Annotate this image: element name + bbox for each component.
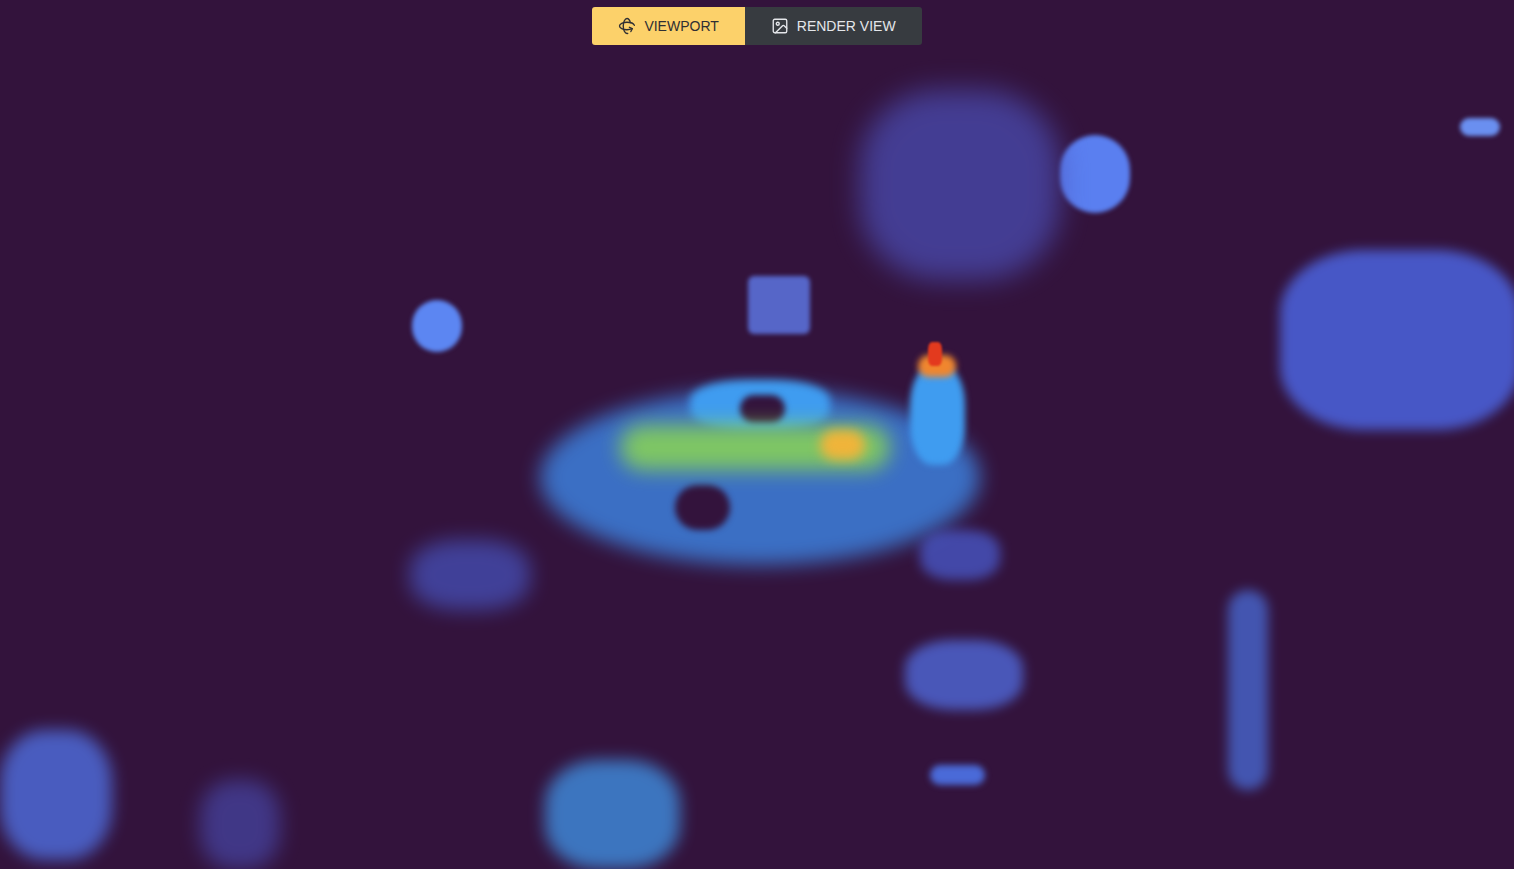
render-blob: [200, 780, 280, 869]
tab-group: VIEWPORT RENDER VIEW: [592, 7, 921, 45]
render-blob: [820, 430, 865, 460]
render-blob: [740, 395, 785, 423]
depth-render-canvas[interactable]: [0, 0, 1514, 869]
render-blob: [1280, 250, 1514, 430]
render-blob: [545, 760, 680, 869]
render-blob: [1060, 135, 1130, 213]
render-blob: [675, 485, 730, 530]
render-blob: [1228, 590, 1268, 790]
tab-label: VIEWPORT: [644, 19, 718, 33]
viewer-page: VIEWPORT RENDER VIEW: [0, 0, 1514, 869]
render-blob: [0, 730, 112, 860]
image-icon: [771, 17, 789, 35]
render-blob: [928, 342, 942, 366]
view-tab[interactable]: VIEWPORT: [592, 7, 744, 45]
view-tab[interactable]: RENDER VIEW: [745, 7, 922, 45]
render-blob: [910, 365, 965, 465]
render-blob: [860, 90, 1060, 280]
view-tabs: VIEWPORT RENDER VIEW: [0, 0, 1514, 45]
render-blob: [920, 530, 1000, 580]
render-blob: [748, 276, 810, 334]
render-blob: [410, 540, 530, 610]
render-blob: [905, 640, 1023, 710]
render-blob: [1460, 118, 1500, 136]
rotate-3d-icon: [618, 17, 636, 35]
tab-label: RENDER VIEW: [797, 19, 896, 33]
render-blob: [412, 300, 462, 352]
render-blob: [930, 765, 985, 785]
